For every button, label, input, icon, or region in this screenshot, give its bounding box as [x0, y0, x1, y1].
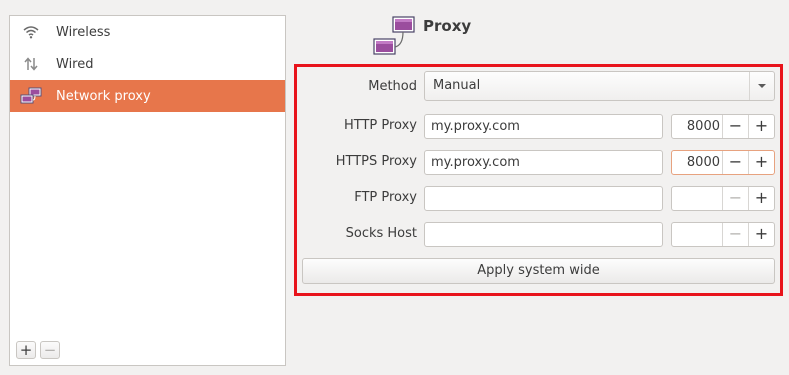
- method-dropdown[interactable]: Manual: [424, 71, 775, 101]
- ftp-proxy-port-value[interactable]: [672, 187, 720, 210]
- socks-port-stepper[interactable]: − +: [671, 222, 775, 247]
- http-proxy-port-value[interactable]: 8000: [672, 115, 720, 138]
- sidebar-item-label: Wired: [56, 56, 94, 72]
- network-proxy-icon: [20, 87, 42, 105]
- https-proxy-port-stepper[interactable]: 8000 − +: [671, 150, 775, 175]
- socks-host-label: Socks Host: [345, 226, 417, 241]
- socks-port-increment-button[interactable]: +: [748, 223, 774, 246]
- http-proxy-host-input[interactable]: my.proxy.com: [424, 114, 663, 139]
- chevron-down-icon: [749, 72, 774, 100]
- socks-port-value[interactable]: [672, 223, 720, 246]
- ftp-port-increment-button[interactable]: +: [748, 187, 774, 210]
- https-port-decrement-button[interactable]: −: [722, 151, 748, 174]
- https-proxy-port-value[interactable]: 8000: [672, 151, 720, 174]
- sidebar-item-network-proxy[interactable]: Network proxy: [10, 80, 285, 112]
- https-proxy-label: HTTPS Proxy: [335, 154, 417, 169]
- add-connection-button[interactable]: +: [16, 341, 36, 359]
- sidebar-item-label: Network proxy: [56, 88, 151, 104]
- wifi-icon: [20, 23, 42, 41]
- http-port-decrement-button[interactable]: −: [722, 115, 748, 138]
- ftp-proxy-label: FTP Proxy: [354, 190, 417, 205]
- remove-connection-button[interactable]: −: [40, 341, 60, 359]
- page-title: Proxy: [423, 17, 472, 35]
- sidebar-footer: + −: [9, 337, 286, 366]
- https-proxy-host-input[interactable]: my.proxy.com: [424, 150, 663, 175]
- method-label: Method: [368, 79, 417, 94]
- sidebar-item-label: Wireless: [56, 24, 111, 40]
- ftp-port-decrement-button[interactable]: −: [722, 187, 748, 210]
- method-value: Manual: [433, 78, 481, 93]
- http-proxy-port-stepper[interactable]: 8000 − +: [671, 114, 775, 139]
- http-port-increment-button[interactable]: +: [748, 115, 774, 138]
- socks-host-input[interactable]: [424, 222, 663, 247]
- wired-arrows-icon: [20, 55, 42, 73]
- socks-port-decrement-button[interactable]: −: [722, 223, 748, 246]
- ftp-proxy-port-stepper[interactable]: − +: [671, 186, 775, 211]
- network-proxy-icon: [372, 15, 418, 59]
- sidebar-item-wired[interactable]: Wired: [10, 48, 285, 80]
- apply-system-wide-button[interactable]: Apply system wide: [302, 258, 775, 284]
- http-proxy-label: HTTP Proxy: [343, 118, 417, 133]
- sidebar: Wireless Wired Network proxy: [9, 15, 286, 338]
- https-port-increment-button[interactable]: +: [748, 151, 774, 174]
- ftp-proxy-host-input[interactable]: [424, 186, 663, 211]
- sidebar-item-wireless[interactable]: Wireless: [10, 16, 285, 48]
